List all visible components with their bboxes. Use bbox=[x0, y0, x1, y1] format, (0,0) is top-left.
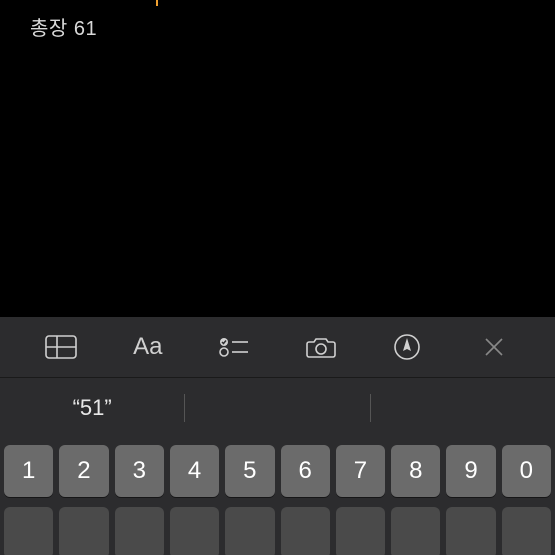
key-blank[interactable] bbox=[115, 507, 164, 555]
suggestion-divider bbox=[184, 394, 185, 422]
key-5[interactable]: 5 bbox=[225, 445, 274, 497]
suggestion-divider bbox=[370, 394, 371, 422]
key-row-2 bbox=[4, 507, 551, 555]
markup-icon bbox=[393, 333, 421, 361]
key-2[interactable]: 2 bbox=[59, 445, 108, 497]
key-7[interactable]: 7 bbox=[336, 445, 385, 497]
checklist-button[interactable] bbox=[204, 327, 264, 367]
camera-button[interactable] bbox=[291, 327, 351, 367]
key-row-1: 1 2 3 4 5 6 7 8 9 0 bbox=[4, 445, 551, 497]
key-blank[interactable] bbox=[502, 507, 551, 555]
key-3[interactable]: 3 bbox=[115, 445, 164, 497]
key-blank[interactable] bbox=[59, 507, 108, 555]
text-format-icon: Aa bbox=[133, 333, 162, 361]
key-blank[interactable] bbox=[336, 507, 385, 555]
key-blank[interactable] bbox=[225, 507, 274, 555]
close-button[interactable] bbox=[464, 327, 524, 367]
key-9[interactable]: 9 bbox=[446, 445, 495, 497]
table-icon bbox=[45, 335, 77, 359]
format-toolbar: Aa bbox=[0, 317, 555, 377]
key-1[interactable]: 1 bbox=[4, 445, 53, 497]
key-blank[interactable] bbox=[281, 507, 330, 555]
key-blank[interactable] bbox=[4, 507, 53, 555]
key-0[interactable]: 0 bbox=[502, 445, 551, 497]
keyboard: 1 2 3 4 5 6 7 8 9 0 bbox=[0, 437, 555, 555]
key-blank[interactable] bbox=[170, 507, 219, 555]
table-button[interactable] bbox=[31, 327, 91, 367]
note-line[interactable]: 총장 61 bbox=[30, 12, 97, 41]
suggestion-bar: “51” bbox=[0, 377, 555, 437]
close-icon bbox=[482, 335, 506, 359]
markup-button[interactable] bbox=[377, 327, 437, 367]
key-blank[interactable] bbox=[446, 507, 495, 555]
key-4[interactable]: 4 bbox=[170, 445, 219, 497]
text-format-button[interactable]: Aa bbox=[118, 327, 178, 367]
key-blank[interactable] bbox=[391, 507, 440, 555]
key-8[interactable]: 8 bbox=[391, 445, 440, 497]
checklist-icon bbox=[219, 336, 249, 358]
note-editor-area[interactable]: 총장 61 bbox=[0, 0, 555, 317]
suggestion-1[interactable]: “51” bbox=[0, 395, 184, 421]
text-cursor bbox=[156, 0, 158, 6]
camera-icon bbox=[305, 335, 337, 359]
key-6[interactable]: 6 bbox=[281, 445, 330, 497]
